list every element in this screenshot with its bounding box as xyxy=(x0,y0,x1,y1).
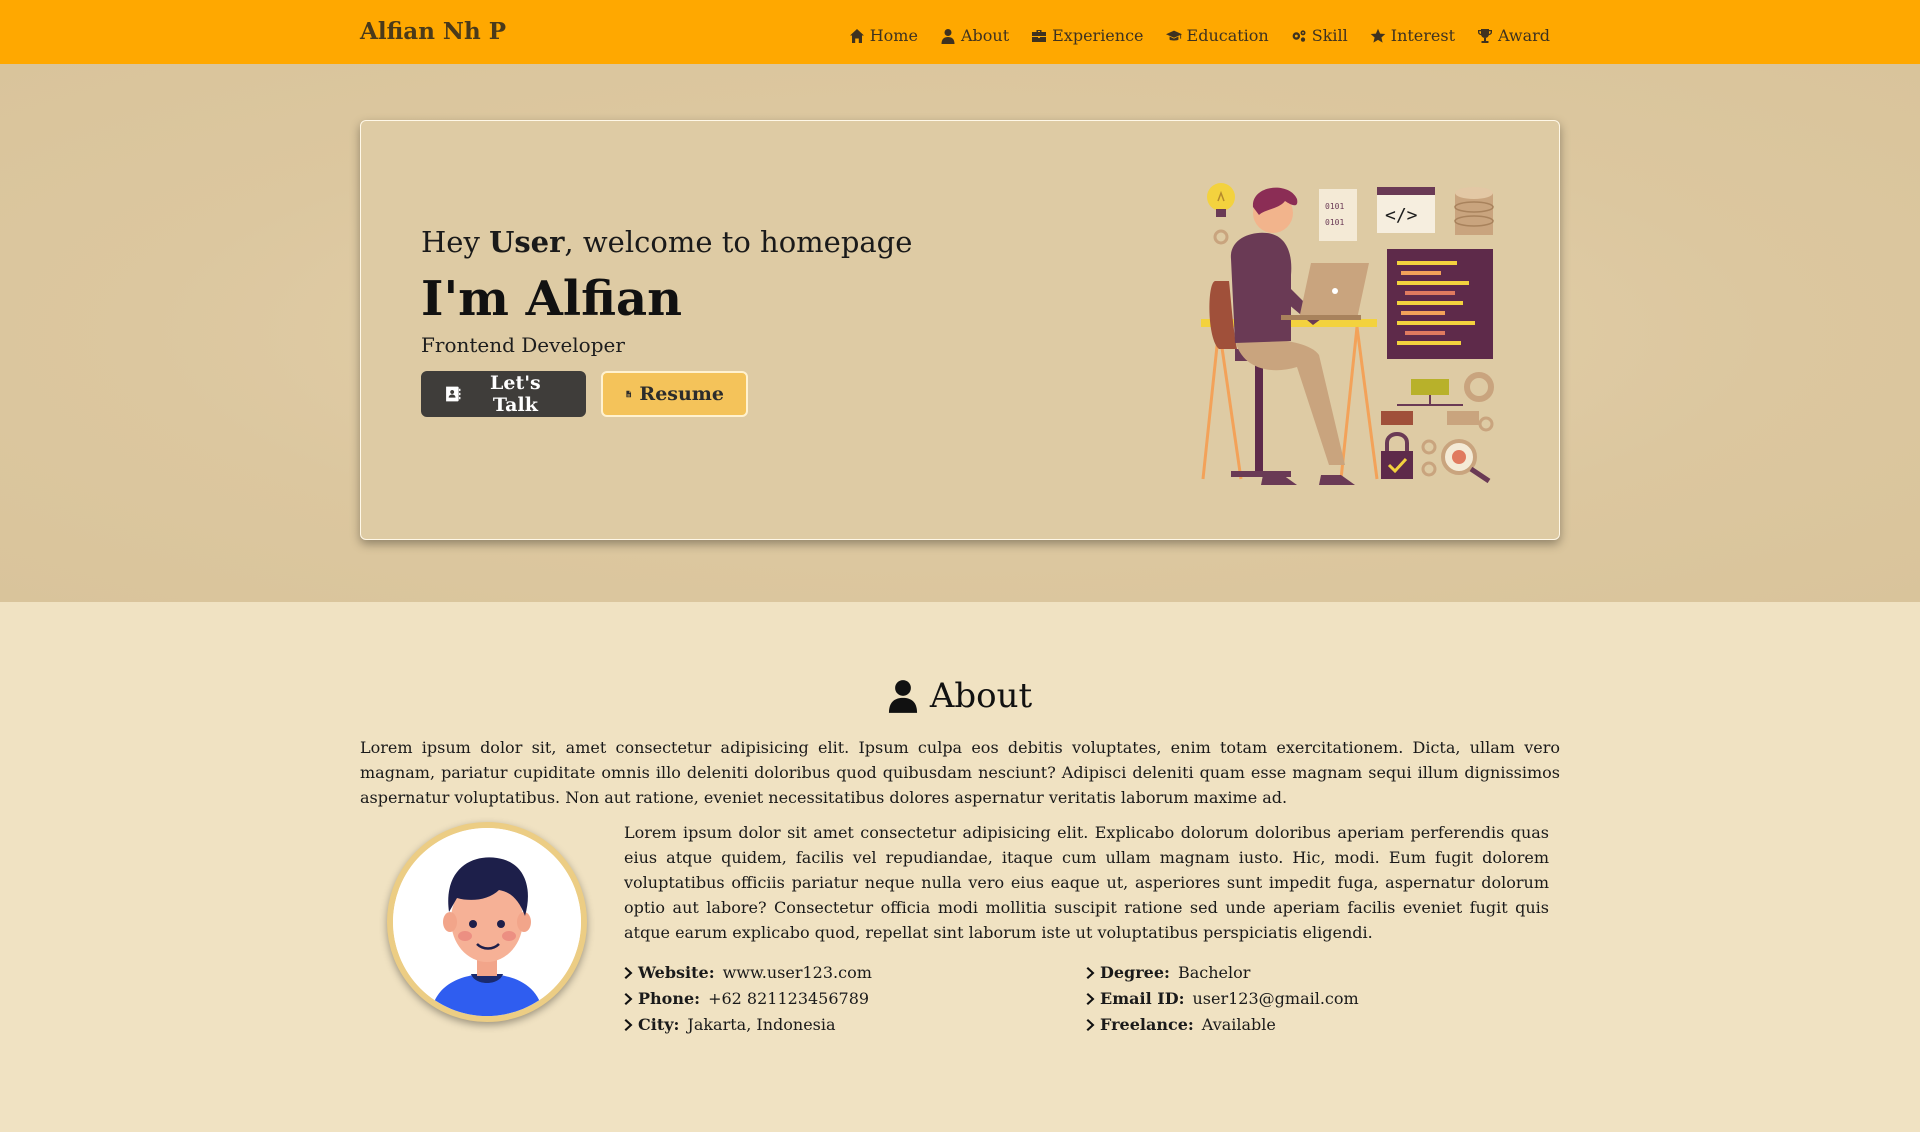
detail-label: City: xyxy=(638,1015,680,1034)
detail-city: City: Jakarta, Indonesia xyxy=(624,1012,872,1038)
about-details-left: Website: www.user123.com Phone: +62 8211… xyxy=(624,960,872,1038)
detail-email: Email ID: user123@gmail.com xyxy=(1086,986,1359,1012)
detail-freelance: Freelance: Available xyxy=(1086,1012,1359,1038)
detail-value: Jakarta, Indonesia xyxy=(687,1015,836,1034)
chevron-right-icon xyxy=(1086,993,1095,1005)
chevron-right-icon xyxy=(624,967,633,979)
hero-card: Hey User, welcome to homepage I'm Alfian… xyxy=(360,120,1560,540)
detail-label: Email ID: xyxy=(1100,989,1185,1008)
binary-file-icon: 0101 0101 xyxy=(1319,189,1357,241)
nav-label-skill: Skill xyxy=(1311,26,1348,45)
nav-item-skill[interactable]: Skill xyxy=(1291,26,1348,45)
nav-item-experience[interactable]: Experience xyxy=(1031,26,1144,45)
lets-talk-button[interactable]: Let's Talk xyxy=(421,371,586,417)
file-icon xyxy=(626,390,632,398)
lock-icon xyxy=(1381,432,1413,479)
resume-button[interactable]: Resume xyxy=(601,371,748,417)
avatar xyxy=(387,822,587,1022)
hero-name: I'm Alfian xyxy=(421,271,683,327)
lets-talk-label: Let's Talk xyxy=(490,372,541,416)
nav-label-about: About xyxy=(960,26,1010,45)
gears-icon xyxy=(1292,29,1306,42)
avatar-illustration xyxy=(393,828,581,1016)
detail-value: www.user123.com xyxy=(722,963,872,982)
detail-value: Bachelor xyxy=(1177,963,1251,982)
detail-website: Website: www.user123.com xyxy=(624,960,872,986)
trophy-icon xyxy=(1478,28,1493,43)
greeting-user: User xyxy=(489,225,565,259)
code-screen xyxy=(1387,249,1493,359)
briefcase-icon xyxy=(1032,29,1047,42)
star-icon xyxy=(1370,28,1386,43)
nav-item-about[interactable]: About xyxy=(940,26,1009,45)
chevron-right-icon xyxy=(1086,967,1095,979)
detail-label: Phone: xyxy=(638,989,701,1008)
chevron-right-icon xyxy=(624,993,633,1005)
resume-label: Resume xyxy=(639,383,724,405)
nav-links: Home About Experience Education Skill In… xyxy=(849,26,1550,45)
about-body-text: Lorem ipsum dolor sit amet consectetur a… xyxy=(624,823,1549,942)
hero-greeting: Hey User, welcome to homepage xyxy=(421,225,912,259)
laptop-icon xyxy=(1281,263,1369,320)
about-title: About xyxy=(929,676,1033,716)
detail-label: Degree: xyxy=(1100,963,1170,982)
hero-role: Frontend Developer xyxy=(421,333,625,357)
home-icon xyxy=(849,28,864,43)
chevron-right-icon xyxy=(1086,1019,1095,1031)
detail-value: Available xyxy=(1201,1015,1276,1034)
nav-label-experience: Experience xyxy=(1052,26,1144,45)
detail-degree: Degree: Bachelor xyxy=(1086,960,1359,986)
about-intro-text: Lorem ipsum dolor sit, amet consectetur … xyxy=(360,738,1560,807)
nav-item-home[interactable]: Home xyxy=(849,26,918,45)
database-icon xyxy=(1454,187,1494,235)
brand-logo[interactable]: Alfian Nh P xyxy=(360,18,506,45)
nav-item-education[interactable]: Education xyxy=(1165,26,1269,45)
nav-item-interest[interactable]: Interest xyxy=(1370,26,1455,45)
user-icon xyxy=(888,680,917,713)
nav-label-award: Award xyxy=(1498,26,1550,45)
lightbulb-icon xyxy=(1207,183,1235,217)
nav-item-award[interactable]: Award xyxy=(1477,26,1550,45)
about-details-right: Degree: Bachelor Email ID: user123@gmail… xyxy=(1086,960,1359,1038)
nav-label-interest: Interest xyxy=(1390,26,1456,45)
greeting-suffix: , welcome to homepage xyxy=(564,225,913,259)
code-tag-icon: </> xyxy=(1377,187,1435,233)
detail-label: Website: xyxy=(638,963,715,982)
user-icon xyxy=(941,28,955,44)
chevron-right-icon xyxy=(624,1019,633,1031)
svg-text:0101: 0101 xyxy=(1325,202,1344,211)
graduation-cap-icon xyxy=(1165,30,1182,41)
nav-label-home: Home xyxy=(869,26,918,45)
navbar: Alfian Nh P Home About Experience Educat… xyxy=(0,0,1920,64)
nav-label-education: Education xyxy=(1186,26,1269,45)
detail-label: Freelance: xyxy=(1100,1015,1194,1034)
address-book-icon xyxy=(446,386,461,402)
bug-search-icon xyxy=(1441,439,1491,484)
svg-text:</>: </> xyxy=(1385,205,1418,226)
about-heading: About xyxy=(0,676,1920,716)
developer-illustration: 0101 0101 </> xyxy=(1201,183,1494,485)
detail-phone: Phone: +62 821123456789 xyxy=(624,986,872,1012)
detail-value: +62 821123456789 xyxy=(708,989,870,1008)
detail-value: user123@gmail.com xyxy=(1192,989,1359,1008)
greeting-prefix: Hey xyxy=(421,225,490,259)
svg-text:0101: 0101 xyxy=(1325,218,1344,227)
